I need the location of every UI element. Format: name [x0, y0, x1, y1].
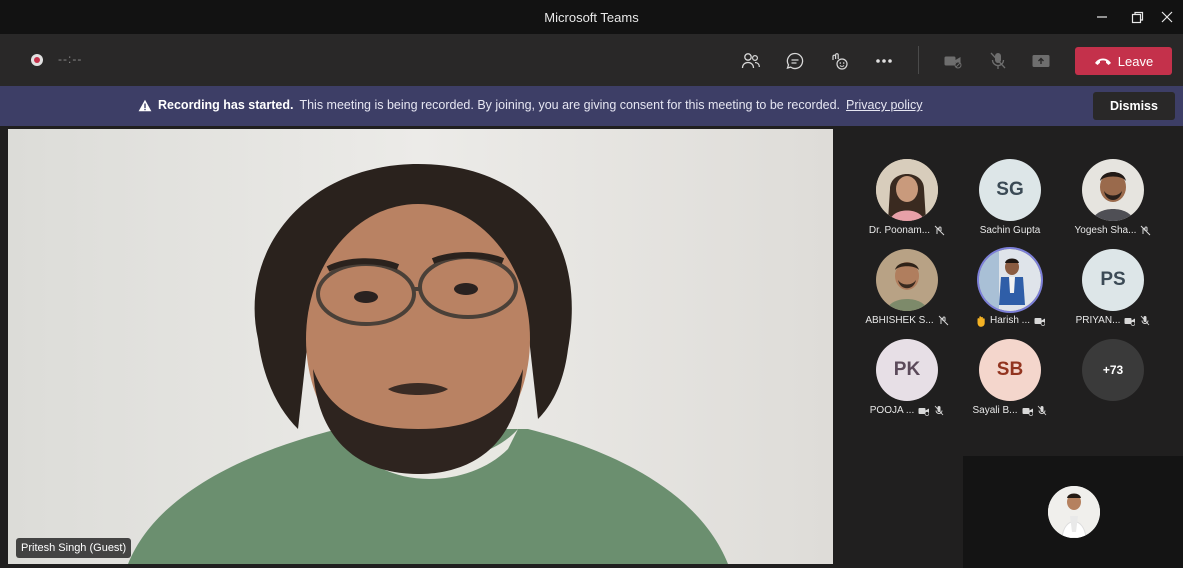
warning-icon: [138, 99, 152, 111]
participant-label: PRIYAN...: [1063, 315, 1163, 326]
title-bar: Microsoft Teams: [0, 0, 1183, 34]
camera-off-icon: [1124, 315, 1136, 326]
participant-initials: SG: [996, 179, 1024, 200]
window-title: Microsoft Teams: [544, 10, 639, 25]
close-button[interactable]: [1150, 4, 1183, 30]
participant-label: Harish ...: [960, 315, 1060, 327]
mic-off-icon: [933, 405, 944, 416]
avatar: SG: [979, 159, 1041, 221]
participant-photo: [876, 159, 938, 221]
privacy-policy-link[interactable]: Privacy policy: [846, 98, 922, 112]
participant-name: Sayali B...: [972, 405, 1018, 416]
share-button[interactable]: [1028, 48, 1054, 74]
restore-button[interactable]: [1120, 4, 1154, 30]
camera-off-icon: [944, 56, 962, 69]
participant-initials: SB: [996, 359, 1024, 380]
raised-hand-icon: [975, 315, 986, 327]
close-icon: [1161, 11, 1173, 23]
participant-photo: [1082, 159, 1144, 221]
camera-off-icon: [918, 405, 930, 416]
recording-banner: Recording has started. This meeting is b…: [0, 86, 1183, 126]
participant-photo: [979, 249, 1041, 311]
participant-label: Sachin Gupta: [960, 225, 1060, 236]
participant-name: Sachin Gupta: [979, 225, 1041, 236]
participant-label: Sayali B...: [960, 405, 1060, 416]
recording-started-text: Recording has started.: [158, 98, 294, 112]
participant-label: ABHISHEK S...: [857, 315, 957, 326]
participant-name: Harish ...: [989, 315, 1030, 326]
self-avatar: [1048, 486, 1100, 538]
minimize-icon: [1097, 16, 1107, 18]
speaker-name-tag: Pritesh Singh (Guest): [16, 538, 132, 558]
participant-name: ABHISHEK S...: [865, 315, 934, 326]
participant-photo: [876, 249, 938, 311]
participant-tile[interactable]: Harish ...: [960, 249, 1060, 337]
camera-toggle-button[interactable]: [940, 48, 966, 74]
participant-name: PRIYAN...: [1075, 315, 1121, 326]
leave-button[interactable]: Leave: [1075, 47, 1172, 75]
self-view: [963, 456, 1183, 568]
participant-initials: PK: [893, 359, 921, 380]
teams-window: Microsoft Teams --:-- Leave Recording ha…: [0, 0, 1183, 568]
hand-muted-icon: [934, 225, 945, 236]
participant-tile[interactable]: Yogesh Sha...: [1063, 159, 1163, 247]
self-photo: [1048, 486, 1100, 538]
mic-toggle-button[interactable]: [985, 48, 1011, 74]
participant-name: Dr. Poonam...: [868, 225, 931, 236]
hand-muted-icon: [938, 315, 949, 326]
avatar: SB: [979, 339, 1041, 401]
more-participants-count[interactable]: +73: [1082, 339, 1144, 401]
meeting-toolbar: --:-- Leave: [0, 34, 1183, 86]
main-video-feed: Pritesh Singh (Guest): [8, 129, 833, 564]
recording-indicator-icon: [31, 54, 43, 66]
restore-icon: [1131, 11, 1143, 23]
avatar: [979, 249, 1041, 311]
recording-message: Recording has started. This meeting is b…: [138, 98, 922, 112]
participants-button[interactable]: [738, 48, 764, 74]
participant-tile[interactable]: Dr. Poonam...: [857, 159, 957, 247]
more-icon: [876, 59, 892, 63]
toolbar-divider: [918, 46, 919, 74]
chat-button[interactable]: [782, 48, 808, 74]
mic-off-icon: [990, 52, 1006, 69]
avatar: [876, 249, 938, 311]
participant-tile[interactable]: SB Sayali B...: [960, 339, 1060, 427]
participant-label: Yogesh Sha...: [1063, 225, 1163, 236]
participant-tile[interactable]: SG Sachin Gupta: [960, 159, 1060, 247]
minimize-button[interactable]: [1085, 4, 1119, 30]
chat-icon: [786, 52, 804, 70]
participant-label: Dr. Poonam...: [857, 225, 957, 236]
avatar: [1082, 159, 1144, 221]
reactions-icon: [832, 53, 848, 70]
leave-label: Leave: [1117, 53, 1154, 69]
participant-tile[interactable]: PS PRIYAN...: [1063, 249, 1163, 337]
avatar: PS: [1082, 249, 1144, 311]
camera-off-icon: [1022, 405, 1033, 416]
participant-name: POOJA ...: [869, 405, 915, 416]
participant-tile[interactable]: ABHISHEK S...: [857, 249, 957, 337]
hand-muted-icon: [1140, 225, 1151, 236]
camera-off-icon: [1034, 315, 1045, 326]
more-participants-tile[interactable]: +73: [1063, 339, 1163, 427]
recording-consent-text: This meeting is being recorded. By joini…: [299, 98, 841, 112]
avatar: PK: [876, 339, 938, 401]
participant-label: POOJA ...: [857, 405, 957, 416]
phone-hangup-icon: [1094, 58, 1111, 65]
share-icon: [1032, 55, 1050, 67]
meeting-timer: --:--: [58, 52, 83, 66]
participant-tile[interactable]: PK POOJA ...: [857, 339, 957, 427]
participants-icon: [741, 53, 760, 69]
avatar: [876, 159, 938, 221]
reactions-button[interactable]: [826, 48, 852, 74]
dismiss-button[interactable]: Dismiss: [1093, 92, 1175, 120]
mic-off-icon: [1139, 315, 1150, 326]
participant-initials: PS: [1100, 269, 1126, 290]
participant-name: Yogesh Sha...: [1074, 225, 1137, 236]
speaker-video-image: [8, 129, 833, 564]
mic-off-icon: [1037, 405, 1048, 416]
more-options-button[interactable]: [871, 48, 897, 74]
